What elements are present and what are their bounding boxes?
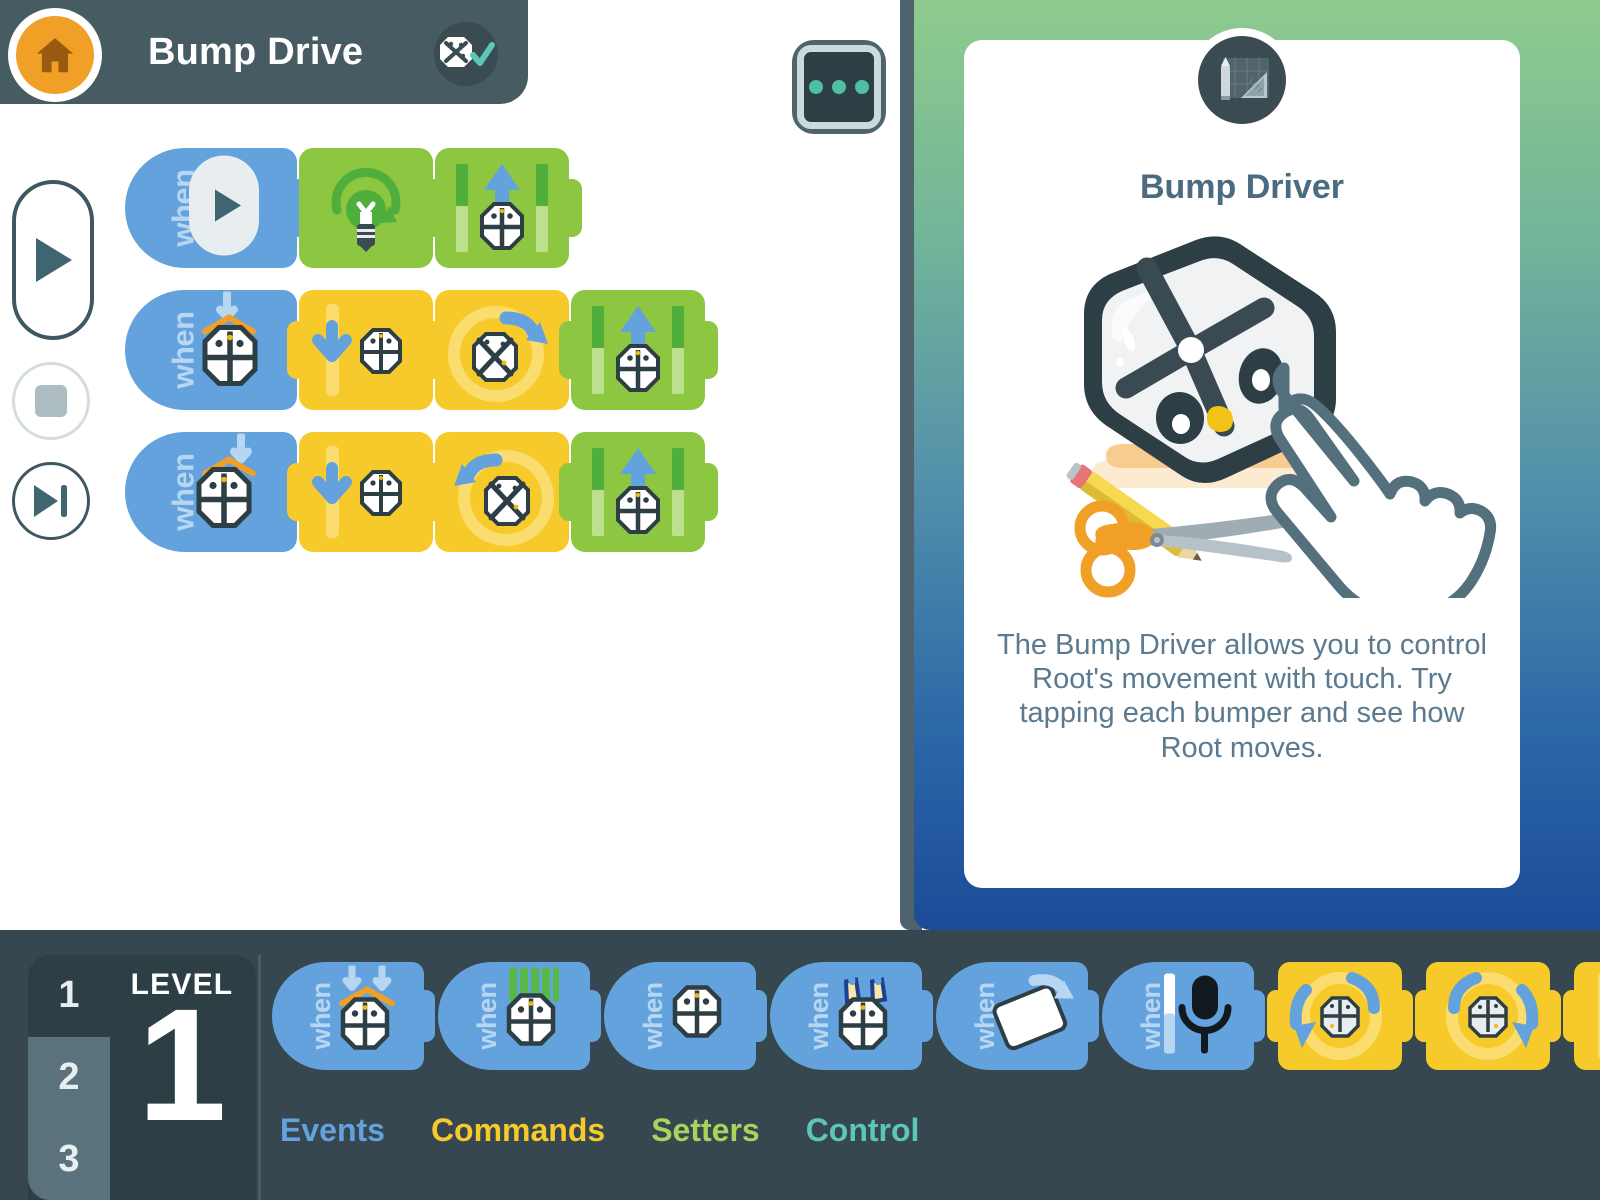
palette-block-color-sensor[interactable]: when (438, 962, 601, 1070)
palette-block-device-tilt[interactable]: when (936, 962, 1099, 1070)
program-row[interactable]: when (125, 289, 718, 410)
tab-control[interactable]: Control (806, 1112, 920, 1149)
level-tab-3[interactable]: 3 (28, 1118, 110, 1200)
home-button[interactable] (16, 16, 94, 94)
microphone-sound-icon (1156, 968, 1242, 1065)
light-sensor-event-icon (658, 966, 740, 1067)
palette-block-drive-forward[interactable] (1563, 962, 1600, 1070)
stop-button[interactable] (12, 362, 90, 440)
bumper-right-pressed-icon (187, 431, 273, 551)
block-set-light-green[interactable] (299, 148, 446, 268)
drive-backward-icon (312, 446, 402, 538)
page-title: Bump Drive (148, 30, 364, 73)
robot-status-badge[interactable] (434, 22, 498, 86)
card-badge (1190, 28, 1294, 132)
playback-controls (12, 180, 96, 540)
level-tab-list[interactable]: 1 2 3 (28, 955, 110, 1200)
both-bumpers-pressed-icon (326, 964, 408, 1067)
play-button[interactable] (12, 180, 94, 340)
start-button-event-icon (187, 154, 261, 263)
home-button-ring (8, 8, 102, 102)
more-options-icon (797, 45, 881, 129)
tab-commands[interactable]: Commands (431, 1112, 605, 1149)
root-robot-tap-illustration (984, 228, 1504, 622)
robot-connected-icon (440, 37, 495, 67)
block-cmd-drive-backward[interactable] (287, 432, 446, 552)
block-cmd-turn-left[interactable] (423, 432, 582, 552)
title-bar: Bump Drive (0, 0, 528, 104)
play-icon (36, 238, 72, 282)
light-color-green-icon (331, 167, 401, 252)
step-forward-icon (34, 485, 67, 517)
program-row[interactable]: when (125, 431, 718, 552)
level-tab-1[interactable]: 1 (28, 955, 110, 1037)
menu-dot (809, 80, 823, 94)
cliff-sensor-event-icon (824, 964, 906, 1067)
card-description: The Bump Driver allows you to control Ro… (997, 629, 1487, 764)
palette-block-rotate-left[interactable] (1267, 962, 1413, 1070)
program-row[interactable]: when (125, 148, 705, 268)
block-cmd-turn-right[interactable] (423, 290, 582, 410)
drive-forward-command-icon (1598, 973, 1600, 1059)
palette-block-both-bumpers[interactable]: when (272, 962, 435, 1070)
device-tilt-icon (990, 969, 1076, 1064)
turn-right-icon (448, 306, 548, 402)
palette-divider (258, 955, 261, 1200)
design-tools-icon (1198, 36, 1286, 124)
tab-setters[interactable]: Setters (651, 1112, 760, 1149)
block-set-drive-forward[interactable] (423, 148, 582, 268)
block-when-bumper-left[interactable]: when (125, 289, 310, 410)
block-palette[interactable]: when when when when when when (272, 962, 1600, 1070)
palette-block-rotate-right[interactable] (1415, 962, 1561, 1070)
more-options-button[interactable] (792, 40, 886, 134)
step-forward-button[interactable] (12, 462, 90, 540)
tab-events[interactable]: Events (280, 1112, 385, 1149)
rotate-left-icon (1289, 972, 1382, 1060)
drive-backward-icon (312, 304, 402, 396)
card-title: Bump Driver (1139, 168, 1345, 206)
category-tabs[interactable]: Events Commands Setters Control (280, 1112, 919, 1149)
color-sensor-event-icon (492, 966, 574, 1067)
menu-dot (832, 80, 846, 94)
checkmark-icon (470, 42, 495, 66)
turn-left-icon (454, 450, 554, 546)
home-icon (36, 38, 74, 73)
drive-forward-icon (592, 448, 684, 536)
rotate-right-icon (1446, 972, 1539, 1060)
palette-block-light-sensor[interactable]: when (604, 962, 767, 1070)
block-set-drive-forward[interactable] (559, 432, 718, 552)
block-set-drive-forward[interactable] (559, 290, 718, 410)
block-when-start-button[interactable]: when (125, 148, 310, 268)
palette-block-microphone[interactable]: when (1102, 962, 1265, 1070)
bumper-left-pressed-icon (187, 289, 273, 409)
menu-dot (855, 80, 869, 94)
block-when-bumper-right[interactable]: when (125, 431, 310, 552)
program-canvas[interactable]: when when when (125, 148, 718, 574)
level-tab-2[interactable]: 2 (28, 1036, 110, 1119)
stop-icon (35, 385, 67, 417)
block-cmd-drive-backward[interactable] (287, 290, 446, 410)
palette-block-cliff-sensor[interactable]: when (770, 962, 933, 1070)
drive-forward-icon (592, 306, 684, 394)
level-number: 1 (137, 975, 227, 1154)
drive-forward-icon (456, 164, 548, 252)
